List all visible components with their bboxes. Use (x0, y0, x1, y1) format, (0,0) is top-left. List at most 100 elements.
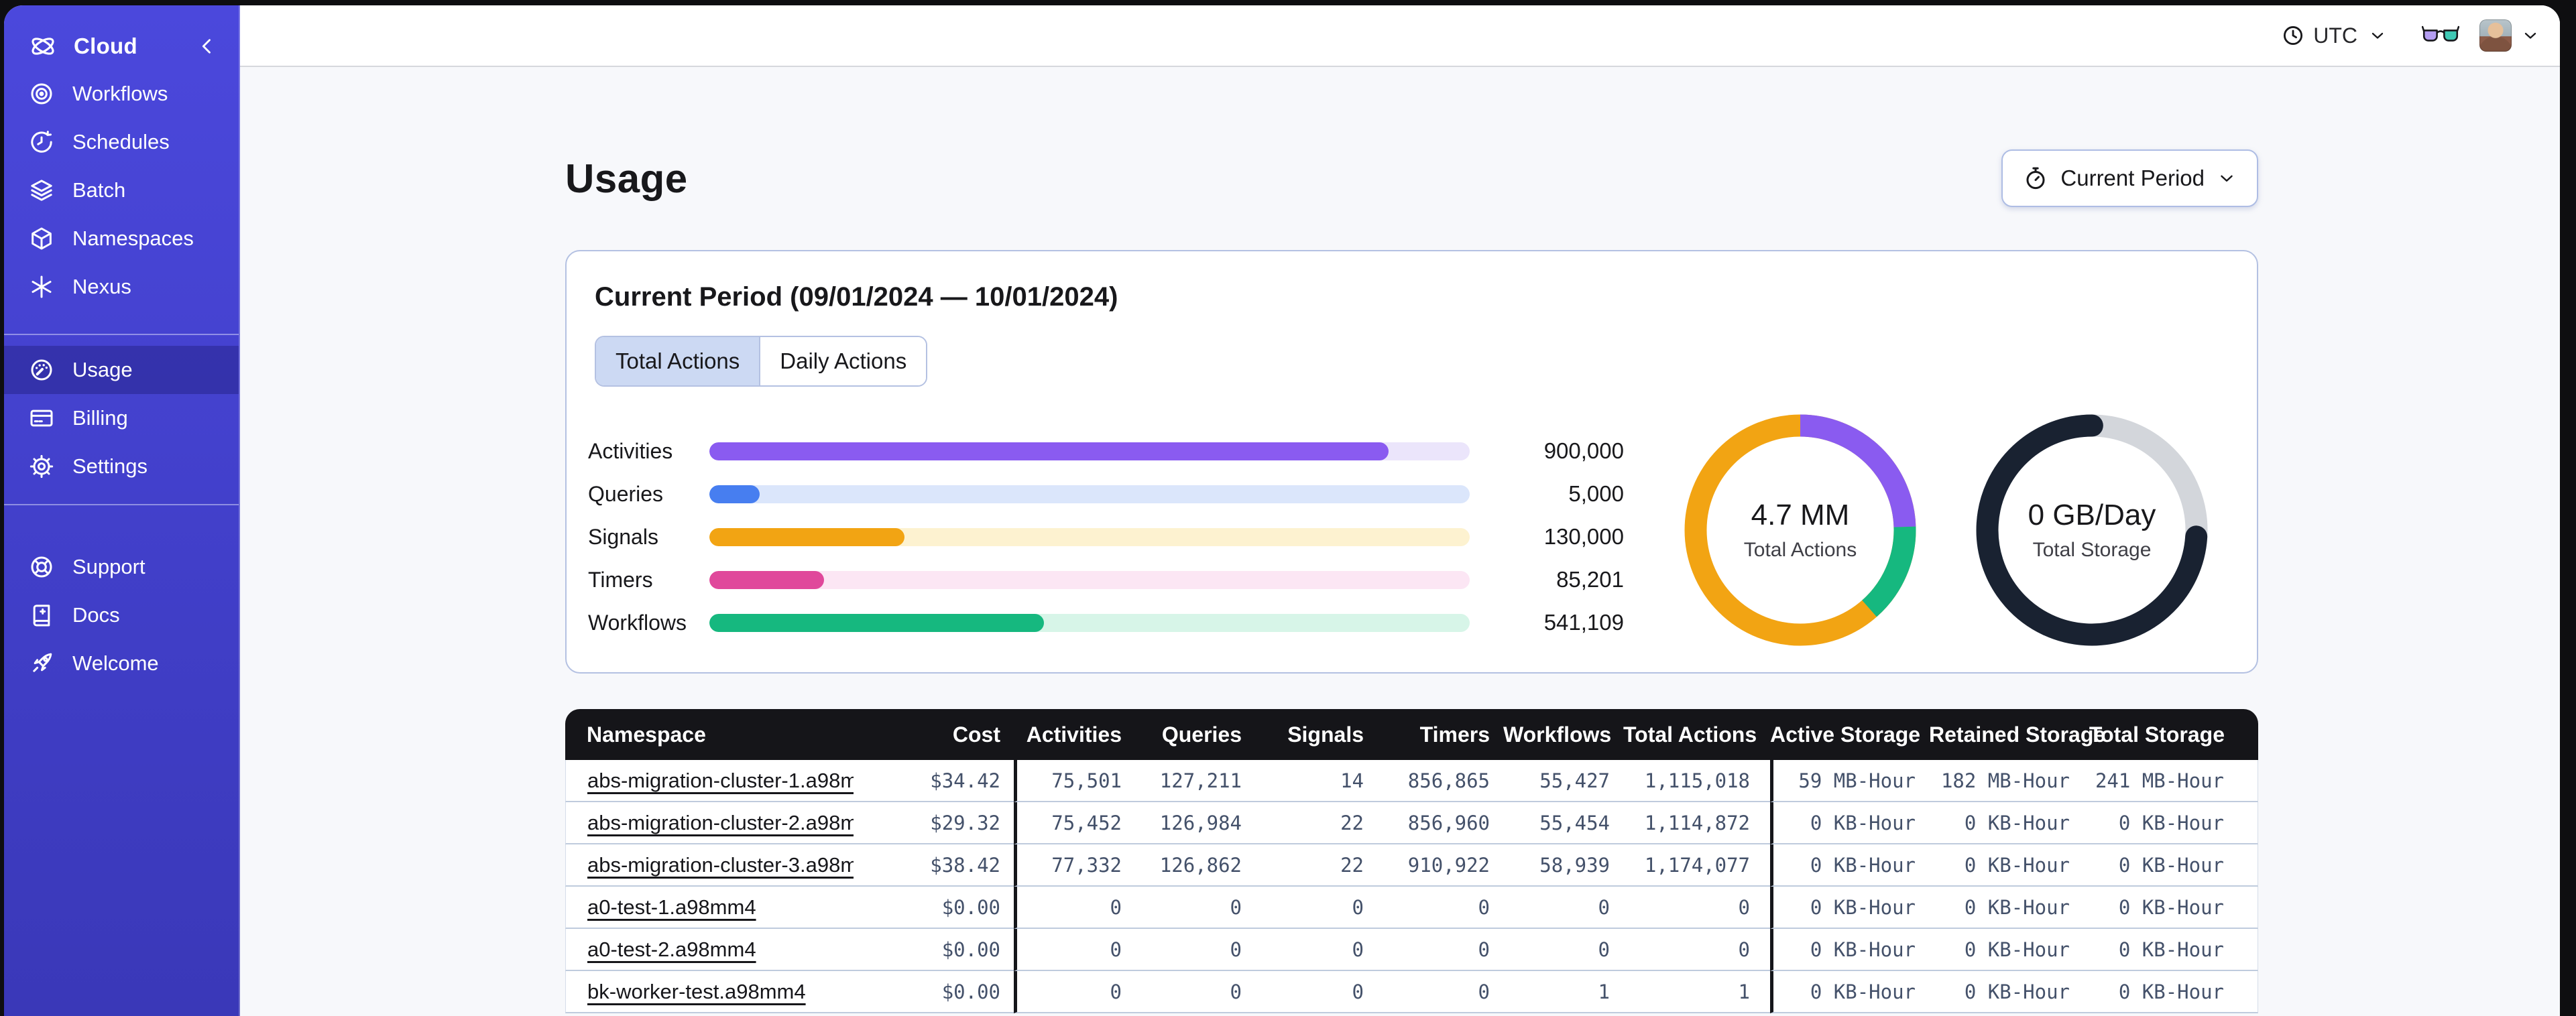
sidebar-item-label: Docs (72, 603, 120, 627)
active-storage-cell: 0 KB-Hour (1770, 844, 1929, 887)
cost-cell: $34.42 (854, 760, 1014, 802)
namespace-link[interactable]: abs-migration-cluster-3.a98mm4 (587, 853, 854, 877)
namespace-link[interactable]: a0-test-1.a98mm4 (587, 895, 756, 919)
timers-cell: 856,865 (1377, 760, 1503, 802)
namespace-cell: bk-worker-test.a98mm4 (565, 971, 854, 1013)
batch-layers-icon (28, 177, 55, 204)
cost-cell: $0.00 (854, 971, 1014, 1013)
bar-fill (709, 613, 1044, 632)
total-storage-donut: 0 GB/Day Total Storage (1971, 409, 2213, 651)
sidebar-account-section: Usage Billing Settings (4, 346, 239, 491)
main-area: UTC Usage Current Period Current Period … (240, 5, 2560, 1016)
donut-value: 0 GB/Day (2028, 499, 2156, 531)
bar-row-signals: Signals 130,000 (588, 515, 2189, 558)
column-header: Active Storage (1770, 709, 1929, 760)
signals-cell: 22 (1255, 802, 1377, 844)
sidebar-item-label: Welcome (72, 651, 159, 675)
bar-fill (709, 527, 905, 546)
sidebar-item-workflows[interactable]: Workflows (4, 70, 239, 118)
activities-cell: 0 (1014, 887, 1135, 929)
timers-cell: 0 (1377, 929, 1503, 971)
namespace-link[interactable]: abs-migration-cluster-1.a98mm4 (587, 769, 854, 792)
workflows-cell: 55,427 (1503, 760, 1623, 802)
retained-storage-cell: 0 KB-Hour (1929, 844, 2083, 887)
column-header: Workflows (1503, 709, 1623, 760)
chevron-down-icon (2217, 168, 2237, 188)
period-filter-button[interactable]: Current Period (2001, 149, 2258, 207)
retained-storage-cell: 0 KB-Hour (1929, 887, 2083, 929)
bar-label: Activities (588, 438, 673, 463)
bar-label: Workflows (588, 610, 687, 635)
sidebar-item-support[interactable]: Support (4, 543, 239, 591)
chevron-down-icon (2368, 26, 2387, 45)
tab-daily-actions[interactable]: Daily Actions (759, 337, 927, 385)
sidebar-item-billing[interactable]: Billing (4, 394, 239, 442)
workflows-cell: 55,454 (1503, 802, 1623, 844)
glasses-icon[interactable] (2422, 24, 2459, 47)
page-title: Usage (565, 155, 688, 201)
namespace-link[interactable]: abs-migration-cluster-2.a98mm4 (587, 811, 854, 834)
column-header: Timers (1377, 709, 1503, 760)
top-bar-controls: UTC (2281, 5, 2540, 66)
table-row: abs-migration-cluster-3.a98mm4 $38.42 77… (565, 844, 2258, 887)
bar-fill (709, 485, 760, 503)
cost-cell: $0.00 (854, 887, 1014, 929)
active-storage-cell: 59 MB-Hour (1770, 760, 1929, 802)
sidebar-item-settings[interactable]: Settings (4, 442, 239, 491)
cost-cell: $29.32 (854, 802, 1014, 844)
bar-value: 5,000 (1568, 481, 1624, 506)
page-content: Usage Current Period Current Period (09/… (240, 67, 2560, 1016)
timers-cell: 910,922 (1377, 844, 1503, 887)
sidebar-brand: Cloud (4, 23, 239, 70)
bar-fill (709, 442, 1389, 460)
namespace-link[interactable]: a0-test-2.a98mm4 (587, 938, 756, 961)
bar-fill (709, 570, 825, 589)
sidebar-item-batch[interactable]: Batch (4, 166, 239, 214)
sidebar-item-schedules[interactable]: Schedules (4, 118, 239, 166)
bar-row-workflows: Workflows 541,109 (588, 601, 2189, 644)
total-storage-cell: 0 KB-Hour (2083, 971, 2258, 1013)
namespace-cell: abs-migration-cluster-2.a98mm4 (565, 802, 854, 844)
sidebar-item-welcome[interactable]: Welcome (4, 639, 239, 688)
tab-total-actions[interactable]: Total Actions (596, 337, 760, 385)
workflows-cell: 1 (1503, 971, 1623, 1013)
period-filter-label: Current Period (2060, 166, 2205, 190)
usage-bar-chart: Activities 900,000 Queries 5,000 Signals… (588, 430, 2189, 644)
namespace-cell: a0-test-2.a98mm4 (565, 929, 854, 971)
sidebar-item-label: Support (72, 555, 145, 578)
queries-cell: 127,211 (1135, 760, 1255, 802)
activities-cell: 0 (1014, 929, 1135, 971)
total-actions-cell: 1,114,872 (1623, 802, 1770, 844)
bar-row-queries: Queries 5,000 (588, 472, 2189, 515)
app-window: Cloud Workflows Schedules Batch Namespac… (4, 5, 2560, 1016)
total-actions-cell: 0 (1623, 887, 1770, 929)
activities-cell: 0 (1014, 971, 1135, 1013)
sidebar-item-label: Namespaces (72, 227, 194, 250)
total-storage-cell: 0 KB-Hour (2083, 802, 2258, 844)
column-header: Total Actions (1623, 709, 1770, 760)
column-header: Cost (854, 709, 1014, 760)
top-bar: UTC (240, 5, 2560, 67)
collapse-sidebar-icon[interactable] (196, 35, 219, 58)
donut-center-text: 0 GB/Day Total Storage (1971, 409, 2213, 651)
active-storage-cell: 0 KB-Hour (1770, 887, 1929, 929)
bar-label: Signals (588, 524, 658, 549)
user-avatar[interactable] (2479, 19, 2512, 52)
cost-cell: $38.42 (854, 844, 1014, 887)
sidebar-item-namespaces[interactable]: Namespaces (4, 214, 239, 263)
queries-cell: 0 (1135, 887, 1255, 929)
sidebar-item-usage[interactable]: Usage (4, 346, 239, 394)
signals-cell: 0 (1255, 971, 1377, 1013)
total-actions-cell: 1,115,018 (1623, 760, 1770, 802)
sidebar-item-docs[interactable]: Docs (4, 591, 239, 639)
workflows-cell: 0 (1503, 929, 1623, 971)
account-menu-chevron-icon[interactable] (2521, 26, 2540, 45)
timezone-selector[interactable]: UTC (2281, 23, 2387, 48)
sidebar-item-label: Nexus (72, 275, 131, 298)
namespace-cell: a0-test-1.a98mm4 (565, 887, 854, 929)
sidebar-item-nexus[interactable]: Nexus (4, 263, 239, 311)
activities-cell: 75,501 (1014, 760, 1135, 802)
signals-cell: 22 (1255, 844, 1377, 887)
bar-label: Timers (588, 567, 653, 592)
namespace-link[interactable]: bk-worker-test.a98mm4 (587, 980, 806, 1003)
